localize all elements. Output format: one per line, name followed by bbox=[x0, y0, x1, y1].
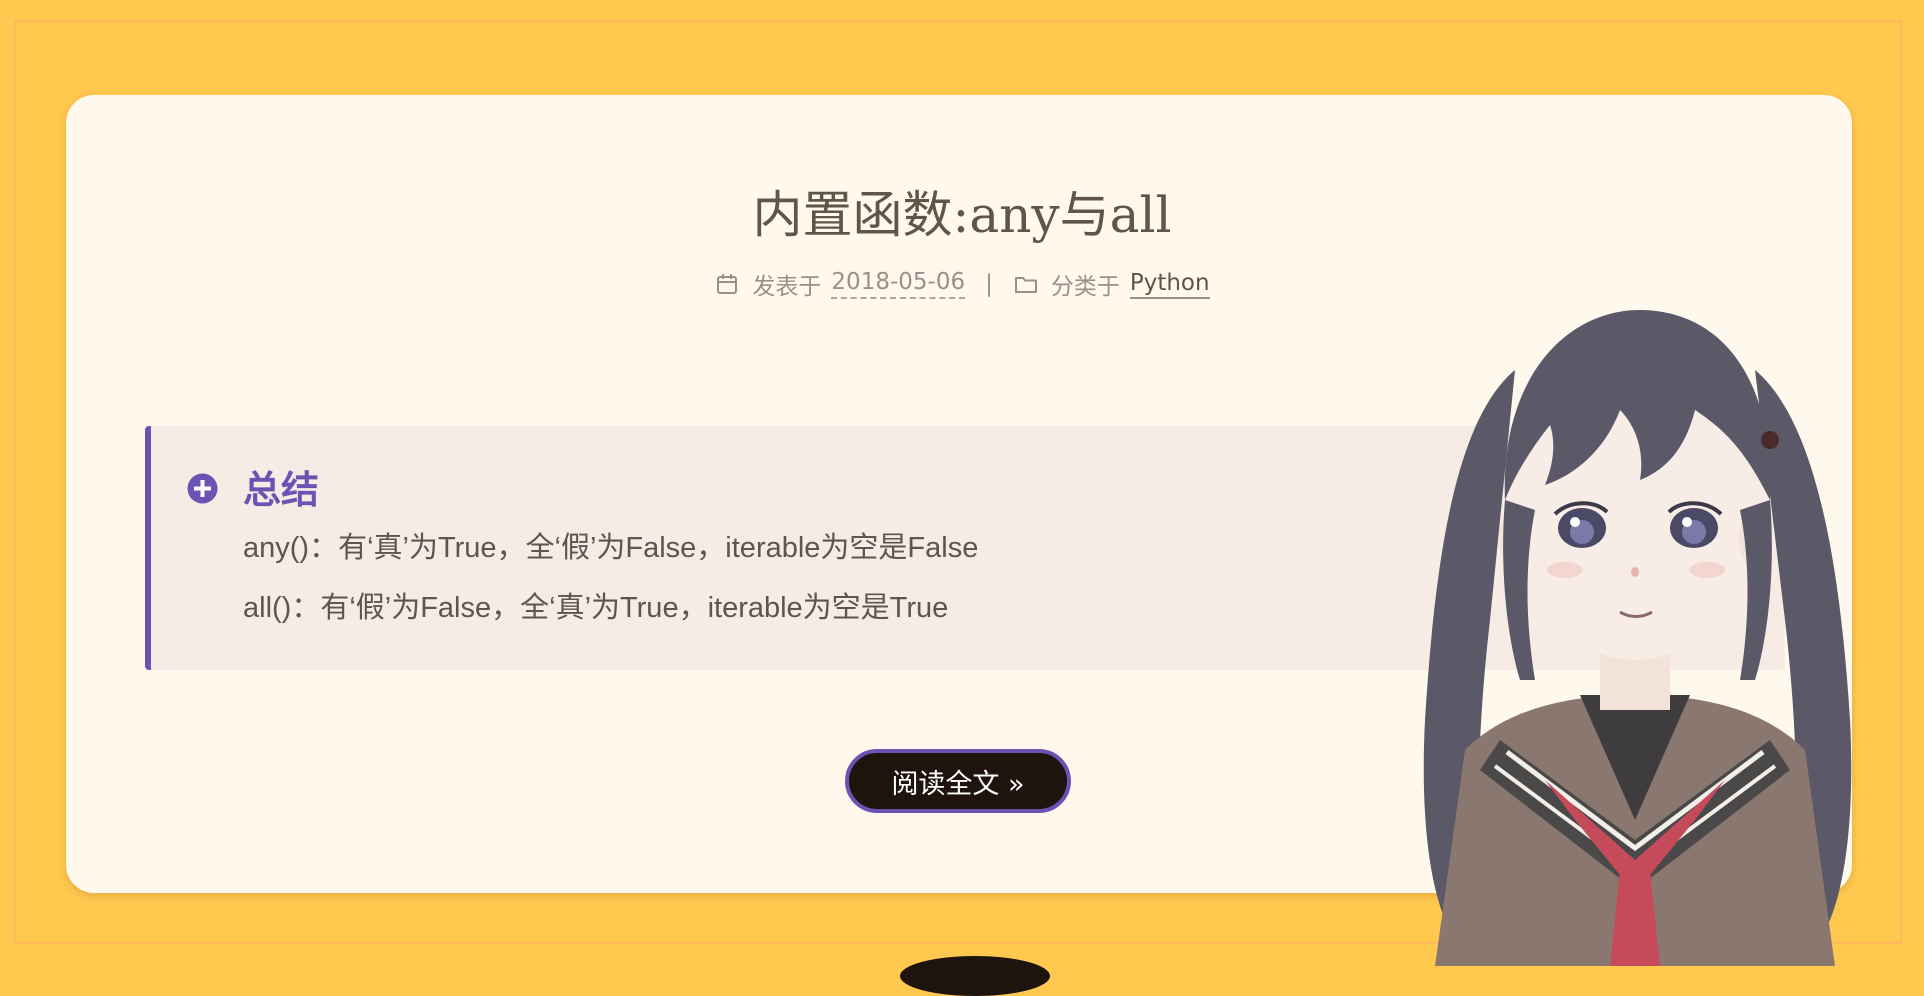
mascot-character[interactable] bbox=[1395, 300, 1875, 966]
post-date: 2018-05-06 bbox=[831, 269, 966, 299]
note-heading: 总结 bbox=[243, 468, 320, 512]
meta-divider: | bbox=[985, 271, 993, 297]
folder-icon bbox=[1013, 271, 1039, 297]
category-link[interactable]: Python bbox=[1129, 270, 1210, 299]
category-label: 分类于 bbox=[1050, 274, 1120, 300]
post-meta: 发表于 2018-05-06 | 分类于 Python bbox=[0, 264, 1924, 304]
posted-label: 发表于 bbox=[752, 274, 822, 300]
plus-circle-icon bbox=[187, 473, 218, 504]
note-line-any: any()：有‘真’为True，全‘假’为False，iterable为空是Fa… bbox=[243, 532, 979, 564]
bottom-decoration bbox=[900, 956, 1050, 996]
calendar-icon bbox=[714, 271, 740, 297]
read-more-button[interactable]: 阅读全文 » bbox=[845, 749, 1071, 813]
note-line-all: all()：有‘假’为False，全‘真’为True，iterable为空是Tr… bbox=[243, 592, 949, 624]
post-title[interactable]: 内置函数:any与all bbox=[0, 175, 1924, 255]
